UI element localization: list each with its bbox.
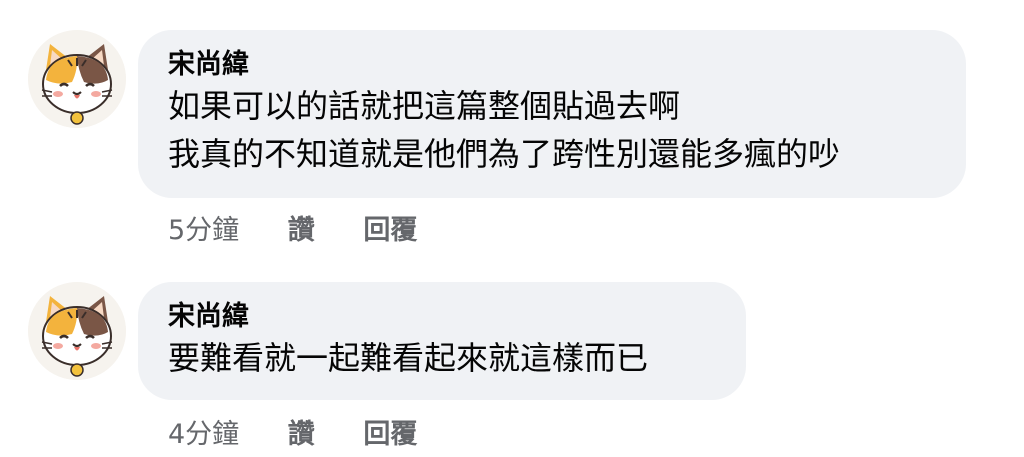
comment-author[interactable]: 宋尚緯	[168, 300, 716, 334]
reply-button[interactable]: 回覆	[363, 419, 417, 450]
comment-actions: 5分鐘 讚 回覆	[168, 214, 417, 248]
avatar[interactable]	[28, 282, 126, 380]
comment-text-line: 如果可以的話就把這篇整個貼過去啊	[168, 87, 681, 125]
comment-text-line: 要難看就一起難看起來就這樣而已	[168, 339, 649, 377]
like-button[interactable]: 讚	[288, 215, 315, 246]
comment-timestamp[interactable]: 4分鐘	[168, 419, 239, 450]
reply-button[interactable]: 回覆	[363, 215, 417, 246]
comment-actions: 4分鐘 讚 回覆	[168, 418, 417, 452]
avatar[interactable]	[28, 30, 126, 128]
comment-bubble: 宋尚緯 如果可以的話就把這篇整個貼過去啊 我真的不知道就是他們為了跨性別還能多瘋…	[138, 30, 966, 198]
comment-bubble: 宋尚緯 要難看就一起難看起來就這樣而已	[138, 282, 746, 400]
tabby-cat-avatar-icon	[28, 282, 126, 380]
comment-timestamp[interactable]: 5分鐘	[168, 215, 239, 246]
comment-author[interactable]: 宋尚緯	[168, 48, 936, 82]
like-button[interactable]: 讚	[288, 419, 315, 450]
comment-text-line: 我真的不知道就是他們為了跨性別還能多瘋的吵	[168, 135, 841, 173]
tabby-cat-avatar-icon	[28, 30, 126, 128]
